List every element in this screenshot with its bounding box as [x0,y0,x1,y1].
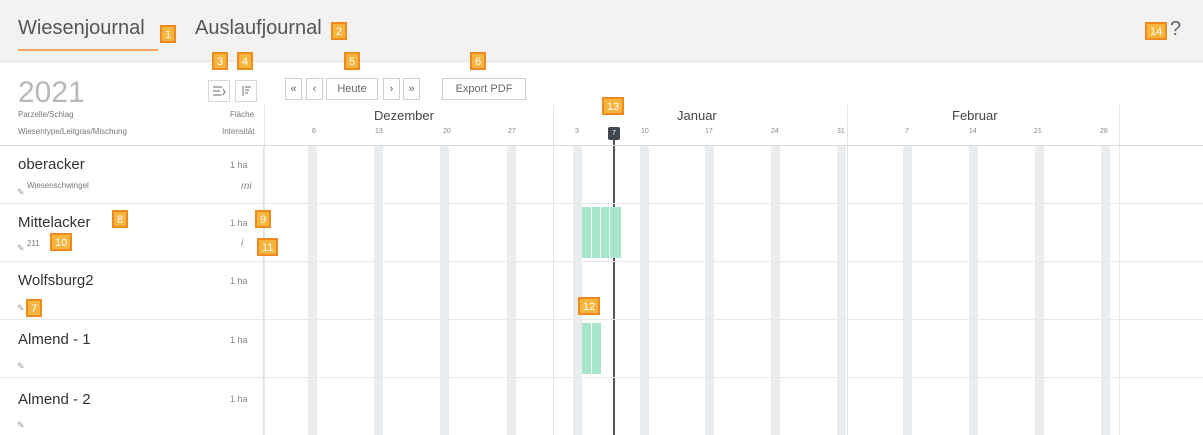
day-number: 7 [905,128,909,135]
month-separator [847,105,848,435]
last-page-button[interactable]: » [403,78,420,100]
col-header-intensity: Intensität [222,127,255,136]
first-page-button[interactable]: « [285,78,302,100]
sort-lines-icon[interactable] [208,80,230,102]
row-divider [0,319,1203,320]
weekend-column [440,145,449,435]
day-number: 3 [575,128,579,135]
weekend-column [837,145,846,435]
day-number: 28 [1100,128,1108,135]
weekend-column [374,145,383,435]
tab-wiesenjournal[interactable]: Wiesenjournal [18,17,145,40]
parcel-area: 1 ha [230,335,248,345]
month-separator [553,105,554,435]
pencil-icon[interactable]: ✎ [17,303,25,314]
parcel-name[interactable]: Almend - 1 [18,331,91,348]
col-header-area: Fläche [230,110,255,119]
row-divider [0,261,1203,262]
badge-10: 10 [50,233,73,251]
day-number: 27 [508,128,516,135]
tab-auslaufjournal[interactable]: Auslaufjournal [195,17,322,40]
weekend-column [903,145,912,435]
badge-13: 13 [602,97,625,115]
col-header-type: Wiesentype/Leitgras/Mischung [18,127,127,136]
day-number: 31 [837,128,845,135]
weekend-column [507,145,516,435]
weekend-column [705,145,714,435]
badge-11: 11 [257,238,279,256]
weekend-column [1035,145,1044,435]
badge-4: 4 [237,52,254,70]
month-label-februar: Februar [952,108,998,123]
weekend-column [1101,145,1110,435]
badge-14: 14 [1145,22,1168,40]
parcel-name[interactable]: Mittelacker [18,214,91,231]
badge-2: 2 [331,22,348,40]
calendar-grid: Dezember Januar Februar 6 13 20 27 3 10 … [264,105,1203,435]
col-header-parcel: Parzelle/Schlag [18,110,74,119]
badge-9: 9 [255,210,272,228]
badge-1: 1 [160,25,177,43]
parcel-name[interactable]: Almend - 2 [18,391,91,408]
badge-12: 12 [578,297,601,315]
day-number: 17 [705,128,713,135]
parcel-area: 1 ha [230,160,248,170]
help-button[interactable]: ? [1170,18,1181,41]
pencil-icon[interactable]: ✎ [17,187,25,198]
row-divider [0,377,1203,378]
day-number: 14 [969,128,977,135]
today-button[interactable]: Heute [326,78,378,100]
event-block-almend-1[interactable] [582,323,601,374]
row-divider [0,203,1203,204]
active-tab-indicator [18,49,158,51]
day-number: 24 [771,128,779,135]
badge-7: 7 [26,299,43,317]
weekend-column [573,145,582,435]
day-number: 10 [641,128,649,135]
top-bar [0,0,1203,62]
month-label-dezember: Dezember [374,108,434,123]
prev-page-button[interactable]: ‹ [306,78,323,100]
month-separator [1119,105,1120,435]
parcel-intensity: mi [241,181,252,192]
weekend-column [308,145,317,435]
weekend-column [771,145,780,435]
weekend-column [640,145,649,435]
month-label-januar: Januar [677,108,717,123]
parcel-grass-type: 211 [27,239,40,248]
parcel-name[interactable]: oberacker [18,156,85,173]
day-number: 6 [312,128,316,135]
badge-8: 8 [112,210,129,228]
today-marker: 7 [608,127,620,140]
next-page-button[interactable]: › [383,78,400,100]
parcel-name[interactable]: Wolfsburg2 [18,272,94,289]
day-number: 13 [375,128,383,135]
month-separator [264,105,265,435]
badge-5: 5 [344,52,361,70]
badge-3: 3 [212,52,229,70]
today-line [613,138,615,435]
parcel-area: 1 ha [230,218,248,228]
event-block-mittelacker[interactable] [582,207,621,258]
parcel-area: 1 ha [230,394,248,404]
parcel-intensity: i [241,238,244,249]
badge-6: 6 [470,52,487,70]
day-number: 20 [443,128,451,135]
parcel-area: 1 ha [230,276,248,286]
pencil-icon[interactable]: ✎ [17,361,25,372]
day-number: 21 [1034,128,1042,135]
pencil-icon[interactable]: ✎ [17,243,25,254]
pencil-icon[interactable]: ✎ [17,420,25,431]
year-label: 2021 [18,76,85,109]
export-pdf-button[interactable]: Export PDF [442,78,526,100]
parcel-grass-type: Wiesenschwingel [27,181,89,190]
weekend-column [969,145,978,435]
filter-bars-icon[interactable] [235,80,257,102]
